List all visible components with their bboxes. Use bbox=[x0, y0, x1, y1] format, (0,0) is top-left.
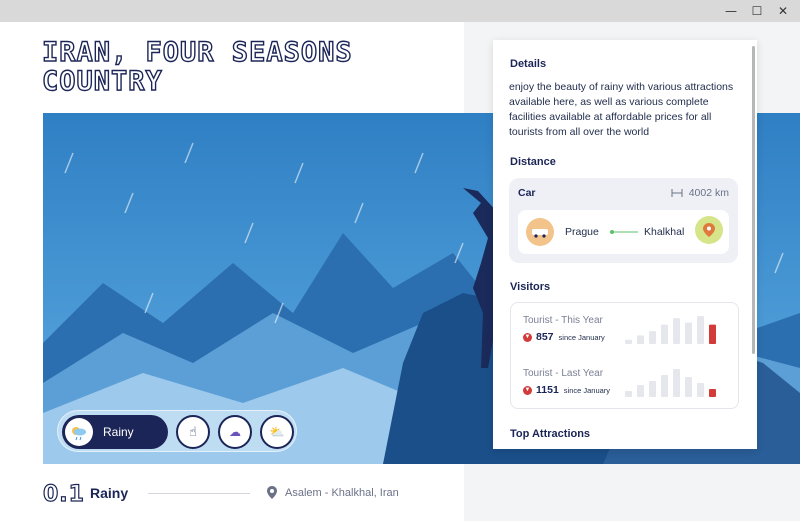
visitors-bar bbox=[637, 385, 644, 397]
visitors-sparkbars bbox=[625, 316, 716, 344]
ruler-icon bbox=[671, 189, 683, 197]
visitors-bar bbox=[625, 339, 632, 344]
route-from: Prague bbox=[565, 226, 599, 238]
visitors-bar bbox=[685, 322, 692, 344]
weather-option-snow[interactable]: ☁ bbox=[218, 415, 252, 449]
visitors-title: Visitors bbox=[510, 281, 551, 293]
distance-card: Car 4002 km Prague Khalkhal bbox=[509, 178, 738, 263]
visitors-bar bbox=[673, 369, 680, 397]
snow-cloud-icon: ☁ bbox=[229, 425, 241, 439]
trend-down-icon: ▼ bbox=[523, 385, 532, 395]
visitors-bar bbox=[685, 377, 692, 397]
location-pin-icon bbox=[267, 486, 277, 499]
visitors-bar bbox=[649, 331, 656, 344]
weather-selector: Rainy ☝ ☁ ⛅ bbox=[57, 410, 297, 452]
visitors-card: Tourist - This Year ▼ 857 since January … bbox=[510, 302, 739, 409]
trend-down-icon: ▼ bbox=[523, 332, 532, 342]
visitors-sparkbars bbox=[625, 369, 716, 397]
weather-option-sunny[interactable]: ⛅ bbox=[260, 415, 294, 449]
distance-km-value: 4002 km bbox=[688, 187, 729, 199]
weather-active-label: Rainy bbox=[103, 425, 134, 439]
weather-option-storm[interactable]: ☝ bbox=[176, 415, 210, 449]
visitors-row-number: 857 bbox=[536, 331, 554, 343]
details-title: Details bbox=[510, 58, 547, 70]
weather-option-rainy-active[interactable]: Rainy bbox=[62, 415, 168, 449]
distance-mode: Car bbox=[518, 187, 536, 199]
visitors-bar bbox=[673, 318, 680, 344]
visitors-row-value: ▼ 1151 since January bbox=[523, 384, 610, 396]
distance-title: Distance bbox=[510, 156, 556, 168]
details-text: enjoy the beauty of rainy with various a… bbox=[509, 81, 734, 138]
visitors-row-since: since January bbox=[558, 332, 605, 342]
sun-cloud-icon: ⛅ bbox=[269, 425, 285, 439]
attractions-title: Top Attractions bbox=[510, 428, 591, 440]
footer-location-text: Asalem - Khalkhal, Iran bbox=[285, 486, 399, 499]
visitors-bar bbox=[637, 335, 644, 344]
visitors-row-label: Tourist - This Year bbox=[523, 315, 603, 326]
visitors-row-label: Tourist - Last Year bbox=[523, 368, 604, 379]
visitors-bar bbox=[625, 391, 632, 397]
route-arrow-icon bbox=[610, 230, 638, 234]
visitors-row-value: ▼ 857 since January bbox=[523, 331, 605, 343]
route-card: Prague Khalkhal bbox=[518, 210, 729, 254]
route-to: Khalkhal bbox=[644, 226, 685, 238]
hero-title: Iran, Four Seasons Country bbox=[41, 37, 353, 97]
visitors-bar bbox=[709, 389, 716, 397]
car-icon bbox=[526, 218, 554, 246]
visitors-row-since: since January bbox=[563, 385, 611, 395]
visitors-bar bbox=[661, 375, 668, 397]
visitors-bar bbox=[697, 383, 704, 397]
footer-index: 0.1 bbox=[42, 481, 85, 507]
window-titlebar: — ☐ ✕ bbox=[0, 0, 800, 22]
visitors-bar bbox=[697, 316, 704, 344]
distance-km: 4002 km bbox=[671, 187, 729, 199]
visitors-bar bbox=[661, 324, 668, 344]
footer-location: Asalem - Khalkhal, Iran bbox=[267, 486, 399, 499]
cursor-hand-icon: ☝ bbox=[189, 424, 197, 440]
visitors-row-number: 1151 bbox=[536, 384, 559, 396]
footer-divider bbox=[148, 493, 250, 494]
close-icon[interactable]: ✕ bbox=[760, 0, 800, 22]
footer-index-number: 0.1 bbox=[42, 481, 85, 507]
panel-scrollbar[interactable] bbox=[752, 46, 755, 354]
footer-condition: Rainy bbox=[90, 485, 129, 501]
destination-pin-icon bbox=[695, 216, 723, 244]
details-panel[interactable]: Details enjoy the beauty of rainy with v… bbox=[493, 40, 757, 449]
visitors-bar bbox=[649, 381, 656, 397]
visitors-bar bbox=[709, 324, 716, 344]
rain-cloud-icon bbox=[65, 418, 93, 446]
